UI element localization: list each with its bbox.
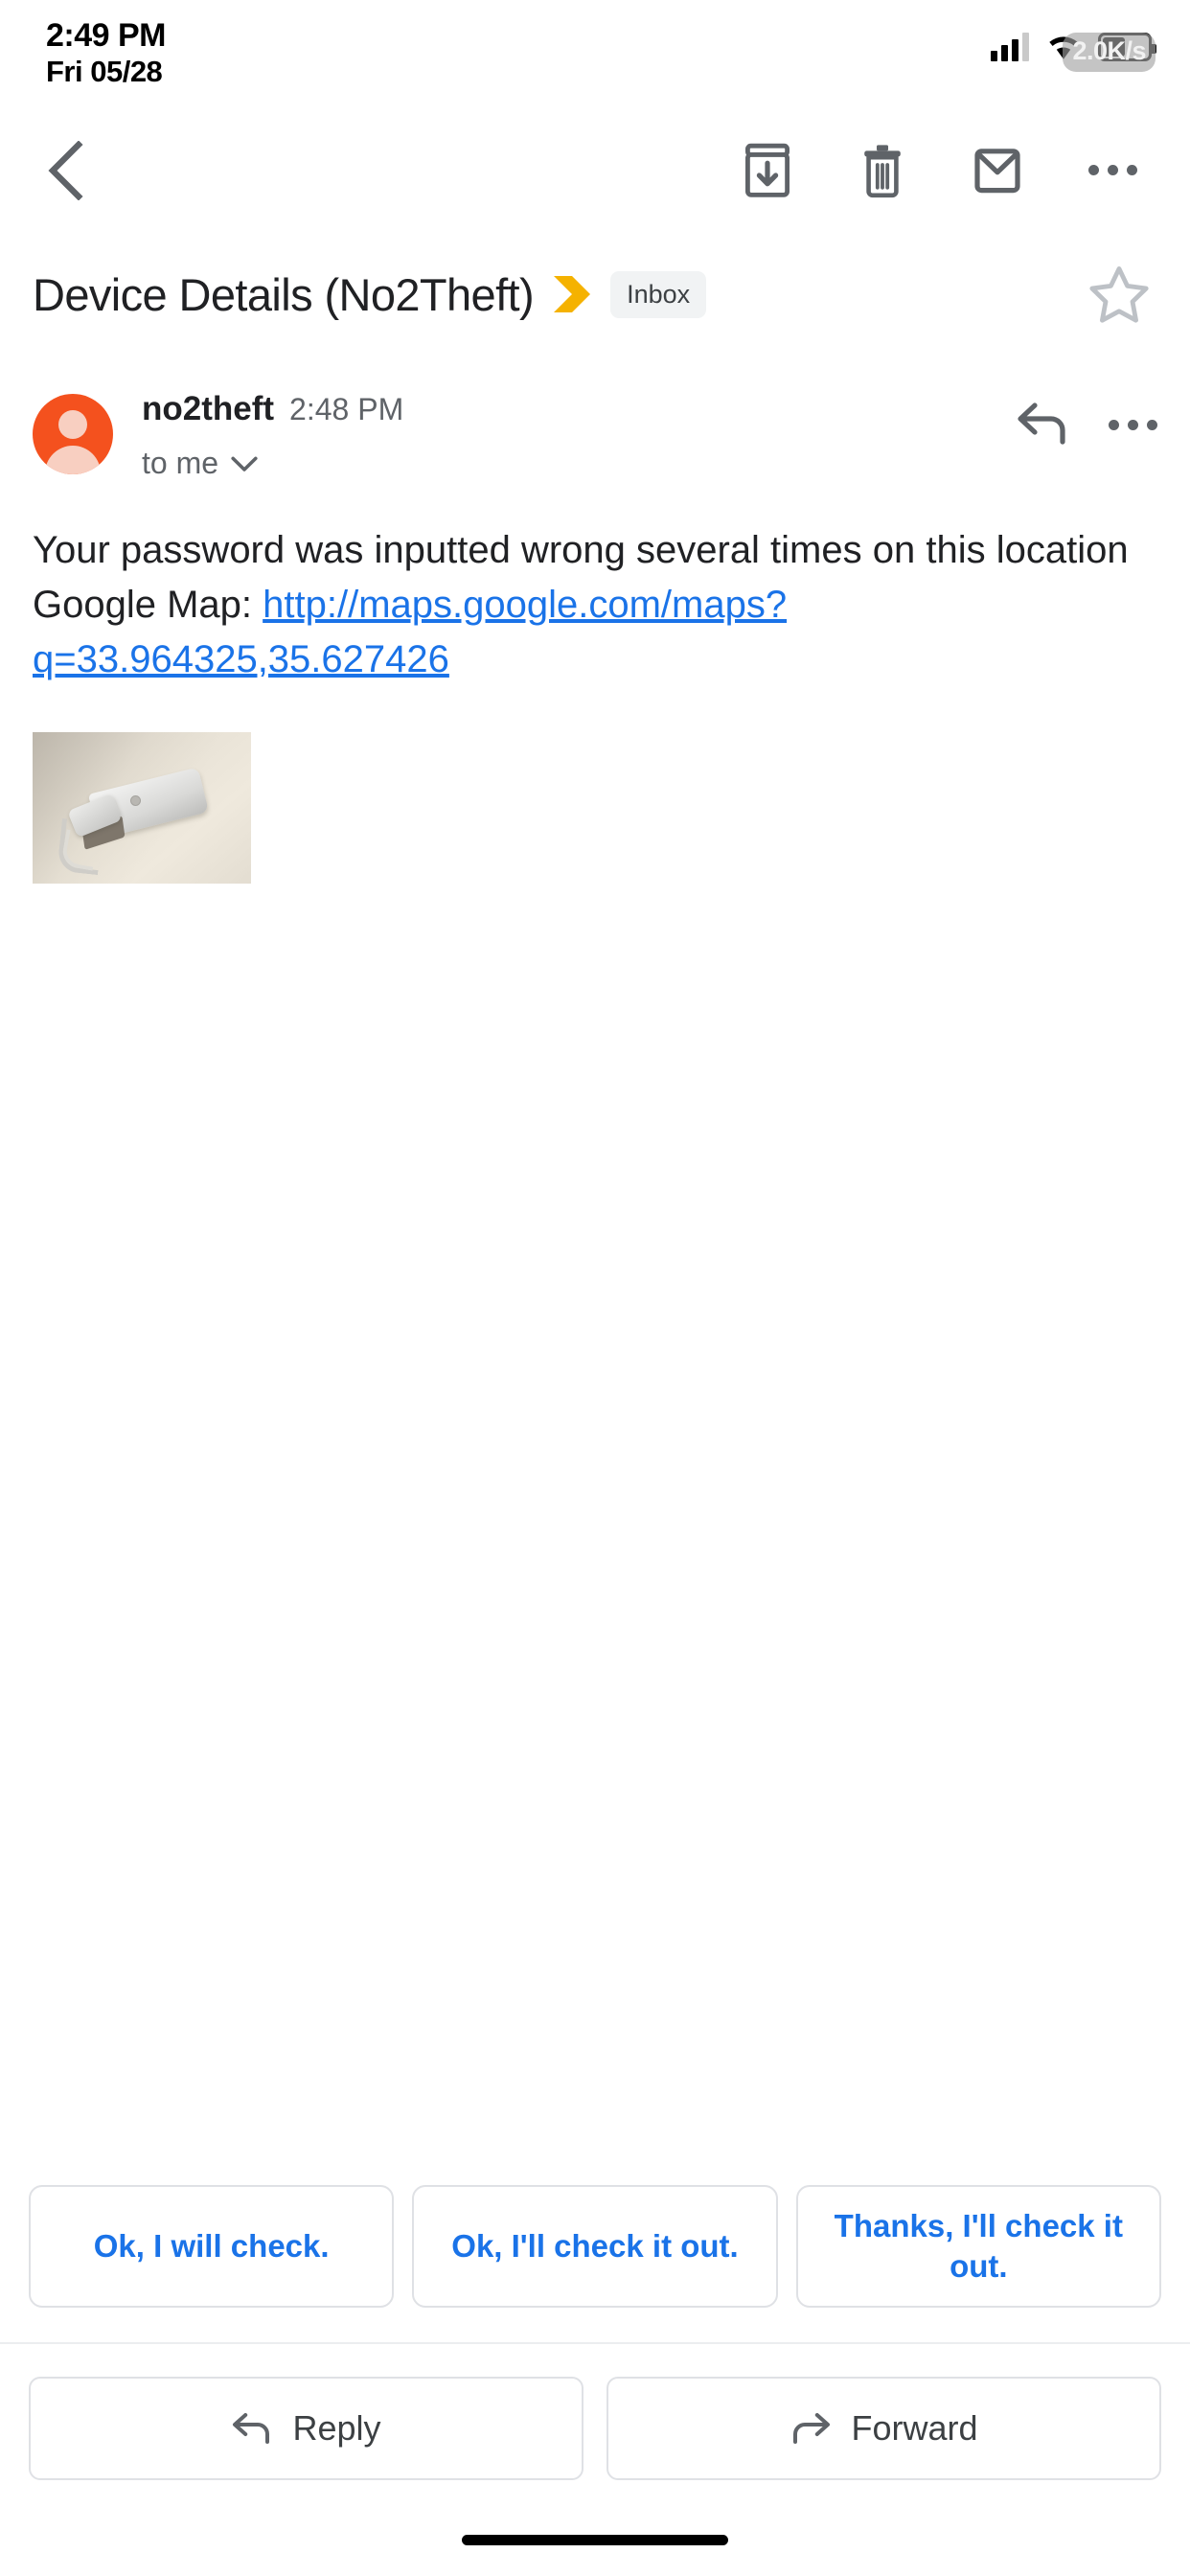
forward-button[interactable]: Forward — [606, 2377, 1161, 2480]
forward-button-label: Forward — [851, 2408, 978, 2448]
chevron-left-icon — [48, 140, 83, 200]
toolbar-actions — [726, 129, 1154, 212]
reply-icon-button[interactable] — [1015, 398, 1070, 452]
smart-reply-chip-1[interactable]: Ok, I will check. — [29, 2185, 395, 2308]
message-body: Your password was inputted wrong several… — [0, 481, 1190, 686]
delete-button[interactable] — [841, 129, 924, 212]
recipients-row[interactable]: to me — [142, 446, 403, 481]
sender-row: no2theft 2:48 PM to me — [0, 354, 1190, 481]
smart-reply-chip-2[interactable]: Ok, I'll check it out. — [412, 2185, 778, 2308]
mark-unread-button[interactable] — [956, 129, 1039, 212]
smart-reply-chip-3[interactable]: Thanks, I'll check it out. — [795, 2185, 1161, 2308]
attachment-photo[interactable] — [33, 732, 251, 885]
important-chevron-icon[interactable] — [551, 273, 595, 315]
reply-arrow-icon — [1018, 402, 1065, 445]
body-paragraph-1: Your password was inputted wrong several… — [33, 529, 1129, 571]
avatar[interactable] — [33, 394, 113, 474]
body-map-prefix: Google Map: — [33, 583, 263, 626]
subject-row: Device Details (No2Theft) Inbox — [0, 225, 1190, 354]
avatar-head — [58, 410, 87, 439]
email-toolbar — [0, 115, 1190, 225]
star-outline-icon — [1089, 266, 1149, 323]
network-speed-badge: 2.0K/s — [1063, 33, 1156, 72]
more-vert-icon — [1087, 165, 1137, 175]
recipients-label: to me — [142, 446, 219, 480]
status-date: Fri 05/28 — [46, 55, 163, 89]
trash-icon — [864, 144, 901, 197]
sender-name: no2theft — [142, 390, 275, 427]
more-vert-icon — [1109, 420, 1157, 430]
archive-button[interactable] — [726, 129, 809, 212]
reply-button[interactable]: Reply — [29, 2377, 584, 2480]
envelope-icon — [974, 148, 1020, 193]
archive-icon — [745, 143, 790, 197]
page-title: Device Details (No2Theft) — [33, 268, 535, 320]
avatar-body — [45, 446, 101, 474]
message-actions — [1015, 398, 1157, 452]
forward-arrow-icon — [793, 2413, 831, 2444]
status-indicators: 2.0K/s — [991, 17, 1156, 72]
body-paragraph-2: Google Map: http://maps.google.com/maps?… — [33, 578, 1152, 687]
reply-button-label: Reply — [292, 2408, 381, 2448]
home-indicator[interactable] — [462, 2535, 728, 2545]
sender-primary-line: no2theft 2:48 PM — [142, 390, 403, 428]
chevron-down-icon — [231, 456, 258, 472]
message-time: 2:48 PM — [289, 392, 404, 426]
message-more-button[interactable] — [1109, 420, 1157, 430]
attachment-area — [0, 686, 1190, 885]
signal-bars-icon — [991, 33, 1029, 61]
star-button[interactable] — [1083, 258, 1156, 331]
status-clock: 2:49 PM Fri 05/28 — [46, 17, 167, 89]
status-time: 2:49 PM — [46, 17, 167, 54]
bottom-action-bar: Reply Forward — [0, 2342, 1190, 2480]
smart-reply-bar: Ok, I will check. Ok, I'll check it out.… — [0, 2185, 1190, 2308]
more-options-button[interactable] — [1071, 129, 1154, 212]
sender-meta: no2theft 2:48 PM to me — [142, 390, 403, 481]
back-button[interactable] — [19, 125, 111, 217]
status-bar: 2:49 PM Fri 05/28 2.0K/s — [0, 0, 1190, 115]
reply-arrow-icon — [233, 2413, 270, 2444]
label-chip-inbox[interactable]: Inbox — [610, 270, 707, 318]
